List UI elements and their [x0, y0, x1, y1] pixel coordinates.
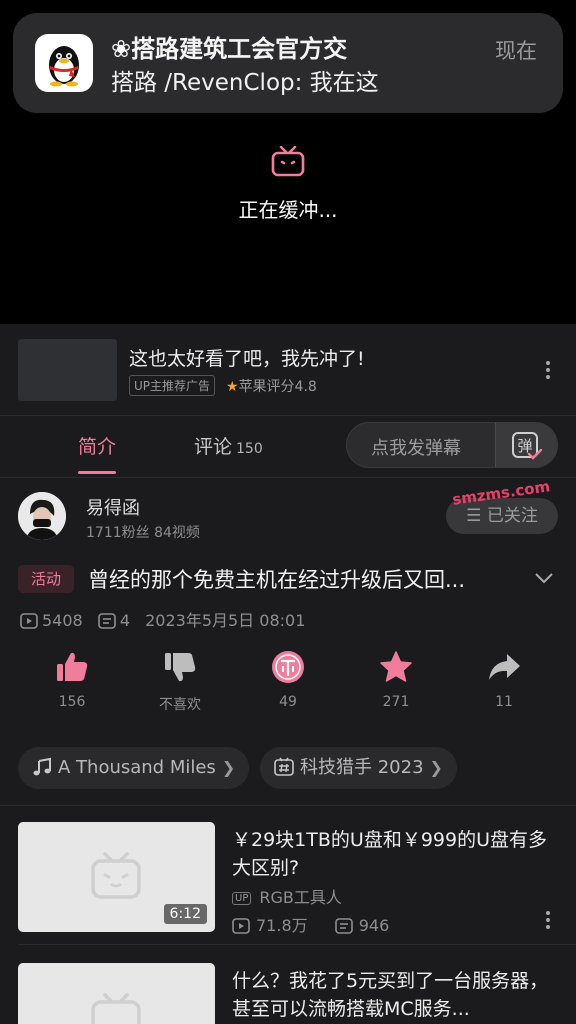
- chevron-right-icon: ❯: [221, 758, 236, 777]
- avatar[interactable]: [18, 492, 66, 540]
- video-title[interactable]: ￥29块1TB的U盘和￥999的U盘有多大区别?: [232, 826, 562, 882]
- star-icon: [380, 651, 412, 682]
- video-title[interactable]: 曾经的那个免费主机在经过升级后又回...: [88, 564, 528, 594]
- danmaku-placeholder: 点我发弹幕: [371, 438, 461, 459]
- danmaku-count: 946: [334, 916, 390, 935]
- thumbs-up-icon: [57, 652, 88, 681]
- coin-button[interactable]: 49: [234, 650, 342, 710]
- view-count-value: 5408: [42, 611, 83, 630]
- like-button[interactable]: 156: [18, 650, 126, 710]
- danmaku-toggle-button[interactable]: 弹: [495, 423, 557, 467]
- video-thumbnail[interactable]: [18, 963, 215, 1024]
- action-bar: 156 不喜欢 49 271 11: [0, 650, 576, 720]
- favorite-button[interactable]: 271: [342, 650, 450, 710]
- notification-title: ❀搭路建筑工会官方交: [111, 35, 348, 63]
- like-count: 156: [58, 694, 86, 710]
- view-count: 71.8万: [232, 916, 308, 935]
- dislike-button[interactable]: 不喜欢: [126, 650, 234, 714]
- notification-body: 搭路 /RevenClop: 我在这: [111, 70, 379, 96]
- chevron-down-icon[interactable]: [534, 570, 554, 586]
- notification-time: 现在: [495, 39, 537, 63]
- video-owner-name: RGB工具人: [259, 888, 342, 907]
- danmaku-icon: 弹: [512, 432, 543, 460]
- push-notification[interactable]: ❀搭路建筑工会官方交 搭路 /RevenClop: 我在这 现在: [13, 13, 563, 113]
- share-icon: [489, 654, 520, 680]
- tv-placeholder-icon: [91, 852, 141, 899]
- video-stats: 71.8万 946: [232, 912, 411, 936]
- ad-rating: ★苹果评分4.8: [226, 376, 317, 396]
- video-detail-panel: 这也太好看了吧，我先冲了! UP主推荐广告 ★苹果评分4.8 简介 评论 150 …: [0, 324, 576, 1024]
- qq-penguin-icon: [35, 34, 93, 92]
- ad-title[interactable]: 这也太好看了吧，我先冲了!: [129, 344, 365, 371]
- play-icon: [232, 918, 250, 934]
- danmaku-count: 4: [98, 611, 130, 630]
- ad-tag: UP主推荐广告: [129, 375, 216, 396]
- danmaku-input[interactable]: 点我发弹幕 弹: [346, 422, 558, 468]
- coin-icon: [272, 651, 304, 683]
- favorite-count: 271: [382, 694, 410, 710]
- detail-tabs: 简介 评论 150 点我发弹幕 弹: [0, 416, 576, 478]
- sponsored-ad[interactable]: 这也太好看了吧，我先冲了! UP主推荐广告 ★苹果评分4.8: [0, 324, 576, 416]
- tab-comments-label: 评论: [194, 436, 233, 458]
- tab-indicator: [78, 471, 116, 474]
- danmaku-count-icon: [98, 613, 116, 629]
- recommended-video[interactable]: 6:12 ￥29块1TB的U盘和￥999的U盘有多大区别? UP RGB工具人 7…: [0, 806, 576, 945]
- video-meta: 5408 4 2023年5月5日 08:01: [20, 607, 315, 631]
- publish-date: 2023年5月5日 08:01: [145, 611, 306, 630]
- hashtag-icon: [274, 757, 294, 776]
- danmaku-count-value: 946: [358, 916, 390, 935]
- music-note-icon: [33, 757, 51, 776]
- video-duration: 6:12: [163, 904, 207, 924]
- more-options-icon[interactable]: [545, 361, 551, 382]
- uploader-stats: 1711粉丝 84视频: [86, 525, 200, 541]
- up-icon: UP: [232, 892, 252, 905]
- music-chip[interactable]: A Thousand Miles ❯: [18, 747, 250, 789]
- uploader-name[interactable]: 易得函: [86, 494, 140, 520]
- danmaku-count-value: 4: [119, 611, 130, 630]
- ad-thumbnail[interactable]: [18, 339, 117, 401]
- divider: [18, 944, 576, 945]
- coin-count: 49: [279, 694, 297, 710]
- star-icon: ★: [226, 379, 239, 395]
- play-icon: [20, 613, 38, 629]
- video-owner[interactable]: UP RGB工具人: [232, 884, 342, 908]
- video-thumbnail[interactable]: 6:12: [18, 822, 215, 932]
- share-count: 11: [495, 694, 513, 710]
- activity-tag[interactable]: 活动: [18, 565, 74, 593]
- tag-chips: A Thousand Miles ❯ 科技猎手 2023 ❯: [0, 747, 576, 789]
- event-chip[interactable]: 科技猎手 2023 ❯: [260, 747, 457, 789]
- tv-icon: [270, 145, 306, 178]
- thumbs-down-icon: [165, 653, 196, 682]
- event-chip-label: 科技猎手 2023: [300, 757, 424, 778]
- comments-count: 150: [236, 441, 263, 457]
- dislike-label: 不喜欢: [159, 697, 201, 713]
- chevron-right-icon: ❯: [429, 758, 443, 777]
- recommended-video[interactable]: 什么？我花了5元买到了一台服务器，甚至可以流畅搭载MC服务...: [0, 947, 576, 1024]
- view-count: 5408: [20, 611, 83, 630]
- danmaku-button-label: 弹: [517, 437, 532, 455]
- tab-comments[interactable]: 评论 150: [194, 432, 263, 459]
- view-count-value: 71.8万: [256, 916, 308, 935]
- danmaku-count-icon: [334, 918, 353, 934]
- tv-placeholder-icon: [91, 993, 141, 1024]
- share-button[interactable]: 11: [450, 650, 558, 710]
- video-player[interactable]: ❀搭路建筑工会官方交 搭路 /RevenClop: 我在这 现在 正在缓冲...: [0, 0, 576, 324]
- buffering-status: 正在缓冲...: [238, 198, 338, 222]
- more-options-icon[interactable]: [545, 911, 551, 932]
- ad-rating-text: 苹果评分4.8: [238, 379, 317, 395]
- video-title[interactable]: 什么？我花了5元买到了一台服务器，甚至可以流畅搭载MC服务...: [232, 967, 562, 1023]
- music-chip-label: A Thousand Miles: [58, 757, 216, 778]
- tab-intro[interactable]: 简介: [78, 432, 116, 459]
